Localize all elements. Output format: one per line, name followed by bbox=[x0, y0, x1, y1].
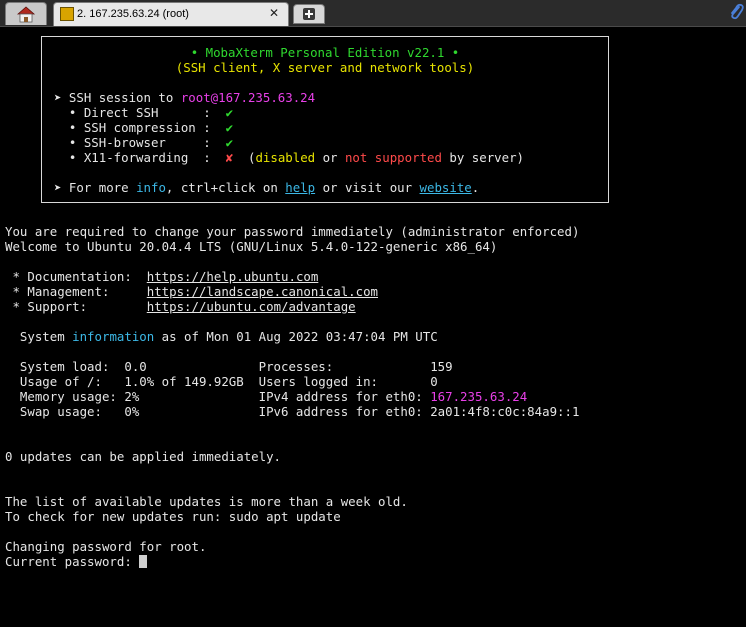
banner-title: • MobaXterm Personal Edition v22.1 • bbox=[190, 45, 460, 60]
updates-line: 0 updates can be applied immediately. bbox=[5, 449, 282, 464]
paperclip-icon[interactable] bbox=[728, 3, 744, 23]
management-line: * Management: https://landscape.canonica… bbox=[5, 284, 379, 299]
cross-icon: ✘ bbox=[225, 150, 234, 165]
home-icon bbox=[16, 6, 36, 23]
check-icon: ✔ bbox=[225, 135, 234, 150]
support-link[interactable]: https://ubuntu.com/advantage bbox=[147, 299, 356, 314]
stats-row: Usage of /: 1.0% of 149.92GB Users logge… bbox=[5, 374, 438, 389]
check-icon: ✔ bbox=[225, 120, 234, 135]
plus-icon bbox=[303, 8, 315, 20]
documentation-line: * Documentation: https://help.ubuntu.com bbox=[5, 269, 319, 284]
updates-old-line: The list of available updates is more th… bbox=[5, 494, 408, 509]
ipv4-address: 167.235.63.24 bbox=[430, 389, 528, 404]
stats-row: Memory usage: 2% IPv4 address for eth0: … bbox=[5, 389, 528, 404]
feature-direct-ssh: • Direct SSH : ✔ bbox=[54, 105, 234, 120]
check-icon: ✔ bbox=[225, 105, 234, 120]
banner-subtitle: (SSH client, X server and network tools) bbox=[175, 60, 475, 75]
home-tab[interactable] bbox=[5, 2, 47, 25]
close-icon[interactable]: ✕ bbox=[269, 6, 279, 20]
welcome-line: Welcome to Ubuntu 20.04.4 LTS (GNU/Linux… bbox=[5, 239, 498, 254]
support-line: * Support: https://ubuntu.com/advantage bbox=[5, 299, 356, 314]
help-link[interactable]: help bbox=[285, 180, 315, 195]
ssh-session-icon bbox=[60, 7, 74, 21]
feature-ssh-compression: • SSH compression : ✔ bbox=[54, 120, 234, 135]
more-info-line: ➤ For more info, ctrl+click on help or v… bbox=[54, 180, 480, 195]
tab-bar: 2. 167.235.63.24 (root) ✕ bbox=[0, 0, 746, 27]
info-link[interactable]: info bbox=[136, 180, 166, 195]
management-link[interactable]: https://landscape.canonical.com bbox=[147, 284, 378, 299]
ssh-session-line: ➤ SSH session to root@167.235.63.24 bbox=[54, 90, 316, 105]
new-tab-button[interactable] bbox=[293, 4, 325, 24]
stats-row: Swap usage: 0% IPv6 address for eth0: 2a… bbox=[5, 404, 580, 419]
terminal[interactable]: • MobaXterm Personal Edition v22.1 • (SS… bbox=[0, 27, 746, 627]
system-info-header: System information as of Mon 01 Aug 2022… bbox=[5, 329, 438, 344]
ssh-target: root@167.235.63.24 bbox=[180, 90, 316, 105]
check-updates-line: To check for new updates run: sudo apt u… bbox=[5, 509, 341, 524]
website-link[interactable]: website bbox=[420, 180, 472, 195]
password-change-required: You are required to change your password… bbox=[5, 224, 580, 239]
feature-x11-forwarding: • X11-forwarding : ✘ (disabled or not su… bbox=[54, 150, 525, 165]
text-cursor bbox=[139, 555, 148, 568]
welcome-banner: • MobaXterm Personal Edition v22.1 • (SS… bbox=[41, 36, 609, 203]
stats-row: System load: 0.0 Processes: 159 bbox=[5, 359, 453, 374]
documentation-link[interactable]: https://help.ubuntu.com bbox=[147, 269, 319, 284]
feature-ssh-browser: • SSH-browser : ✔ bbox=[54, 135, 234, 150]
tab-session-label: 2. 167.235.63.24 (root) bbox=[77, 8, 189, 20]
tab-session[interactable]: 2. 167.235.63.24 (root) ✕ bbox=[53, 2, 289, 26]
changing-password-line: Changing password for root. bbox=[5, 539, 207, 554]
password-prompt[interactable]: Current password: bbox=[5, 554, 148, 569]
